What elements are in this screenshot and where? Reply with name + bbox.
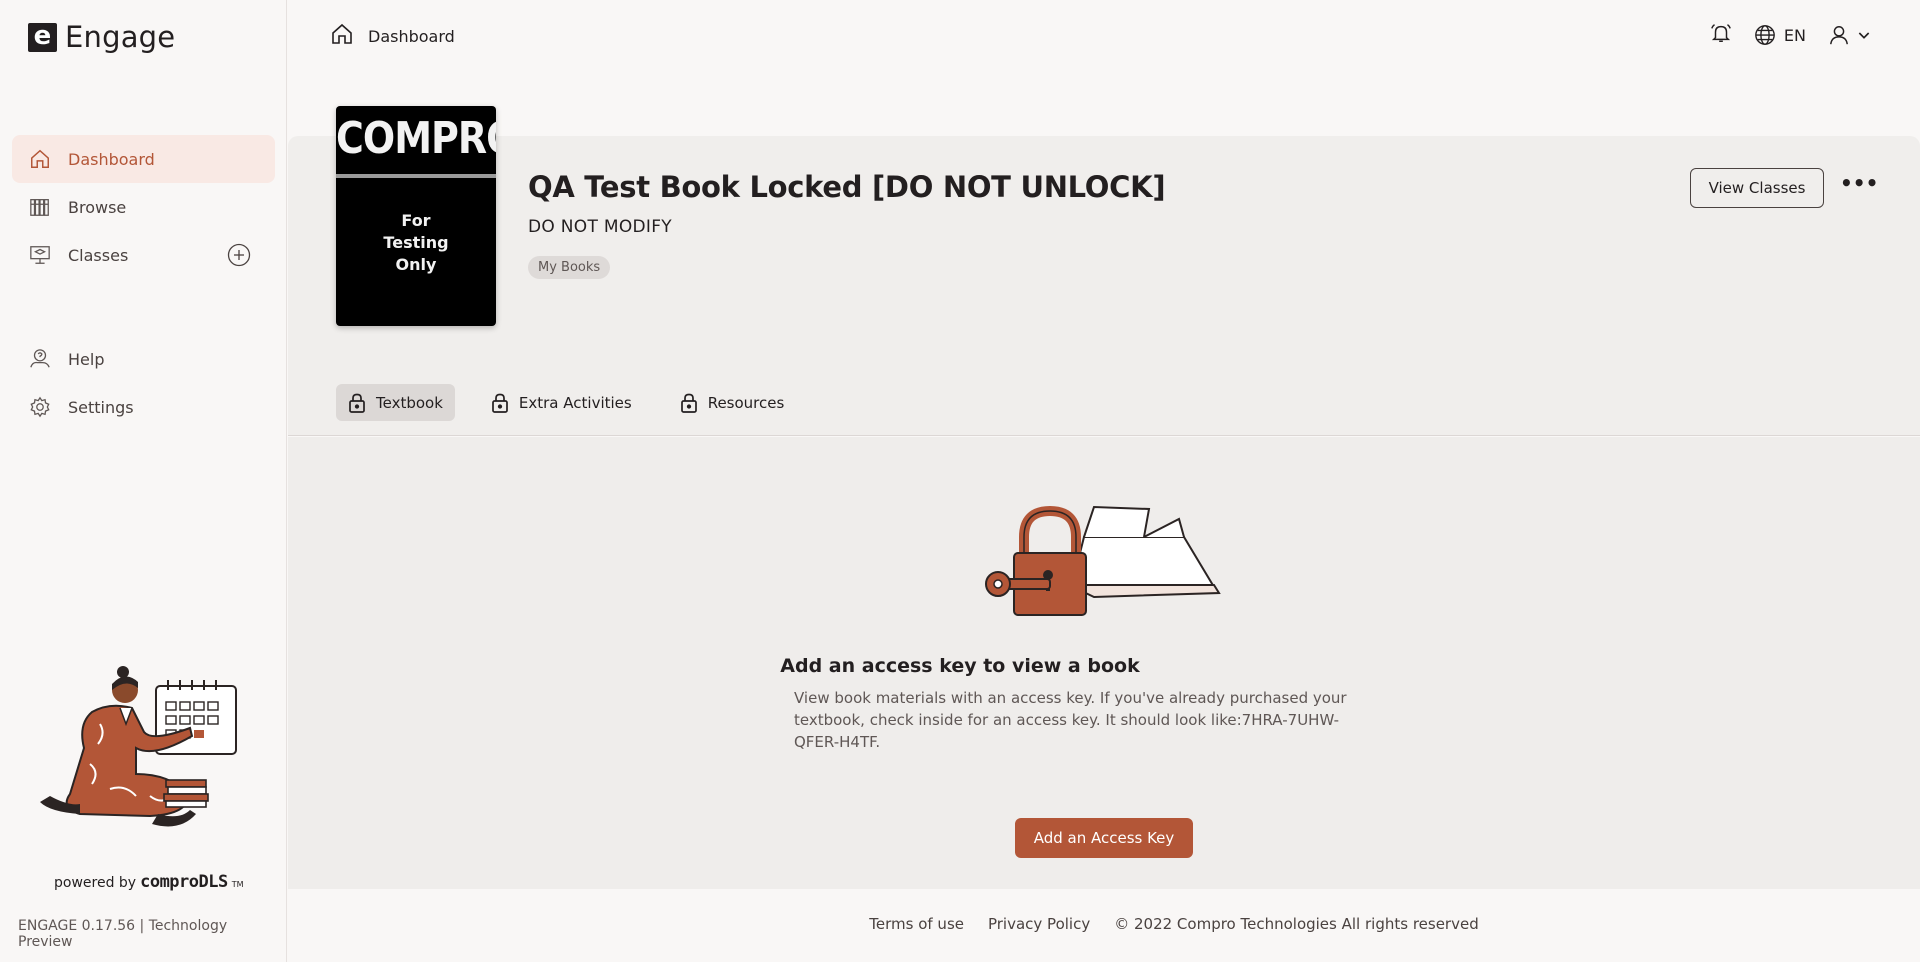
breadcrumb-label: Dashboard: [368, 26, 455, 46]
top-bar: Dashboard EN: [288, 0, 1920, 72]
cover-line: For: [401, 211, 431, 230]
cover-brand: COMPRO: [336, 112, 496, 164]
book-cover: COMPRO For Testing Only: [336, 106, 496, 326]
tab-label: Resources: [707, 393, 785, 412]
tab-resources[interactable]: Resources: [668, 384, 797, 421]
locked-book-illustration: [984, 497, 1222, 619]
book-title: QA Test Book Locked [DO NOT UNLOCK]: [528, 170, 1166, 204]
top-actions: EN: [1710, 22, 1872, 48]
teacher-illustration: [40, 664, 250, 844]
sidebar-item-label: Dashboard: [68, 149, 155, 169]
language-label: EN: [1783, 25, 1806, 45]
sidebar-item-label: Browse: [68, 197, 127, 217]
help-icon: [28, 347, 52, 371]
lock-icon: [680, 393, 697, 413]
home-icon: [330, 22, 354, 50]
book-tabs: Textbook Extra Activities Resources: [336, 384, 796, 421]
globe-icon: [1755, 25, 1775, 45]
lock-icon: [492, 393, 508, 413]
app-logo[interactable]: e Engage: [28, 20, 175, 54]
add-class-icon[interactable]: [227, 243, 251, 267]
tab-label: Textbook: [376, 393, 443, 412]
copyright: © 2022 Compro Technologies All rights re…: [1114, 915, 1479, 933]
cover-line: Only: [395, 255, 437, 274]
sidebar-item-classes[interactable]: Classes: [12, 231, 275, 279]
sidebar-item-label: Help: [68, 349, 105, 369]
privacy-link[interactable]: Privacy Policy: [988, 915, 1090, 933]
library-icon: [28, 195, 52, 219]
sidebar-item-browse[interactable]: Browse: [12, 183, 275, 231]
powered-brand: comproDLS: [140, 872, 228, 892]
secondary-nav: Help Settings: [12, 335, 275, 431]
trademark: TM: [231, 880, 244, 889]
empty-state-text: View book materials with an access key. …: [794, 689, 1347, 751]
terms-link[interactable]: Terms of use: [869, 915, 964, 933]
my-books-tag: My Books: [528, 256, 611, 279]
sidebar-item-help[interactable]: Help: [12, 335, 275, 383]
home-icon: [28, 147, 52, 171]
view-classes-button[interactable]: View Classes: [1690, 168, 1824, 208]
notification-bell-icon[interactable]: [1710, 22, 1732, 48]
logo-text: Engage: [65, 20, 176, 54]
empty-state-title: Add an access key to view a book: [780, 655, 1140, 677]
main-nav: Dashboard Browse Classes: [12, 135, 275, 279]
cover-line: Testing: [383, 233, 449, 252]
cover-divider: [336, 174, 496, 178]
sidebar: e Engage Dashboard Browse Classes Help S…: [0, 0, 287, 962]
tab-label: Extra Activities: [518, 393, 632, 412]
user-menu[interactable]: [1828, 24, 1872, 46]
language-selector[interactable]: EN: [1754, 24, 1806, 46]
chevron-down-icon: [1858, 32, 1870, 39]
app-version: ENGAGE 0.17.56 | Technology Preview: [18, 918, 228, 950]
breadcrumb[interactable]: Dashboard: [330, 22, 455, 50]
powered-prefix: powered by: [54, 875, 137, 891]
add-access-key-button[interactable]: Add an Access Key: [1015, 818, 1193, 858]
tab-extra-activities[interactable]: Extra Activities: [479, 384, 644, 421]
sidebar-item-label: Settings: [68, 397, 134, 417]
sidebar-item-settings[interactable]: Settings: [12, 383, 275, 431]
lock-icon: [349, 393, 365, 413]
book-subtitle: DO NOT MODIFY: [528, 217, 672, 237]
cover-text: For Testing Only: [336, 210, 496, 276]
sidebar-item-dashboard[interactable]: Dashboard: [12, 135, 275, 183]
classroom-icon: [28, 243, 52, 267]
powered-by: powered by comproDLS TM: [54, 872, 244, 892]
footer: Terms of use Privacy Policy © 2022 Compr…: [288, 915, 1920, 933]
user-icon: [1830, 26, 1848, 45]
logo-mark: e: [28, 22, 57, 52]
gear-icon: [28, 395, 52, 419]
tab-textbook[interactable]: Textbook: [336, 384, 455, 421]
more-options-icon[interactable]: •••: [1840, 173, 1878, 200]
sidebar-item-label: Classes: [68, 245, 129, 265]
